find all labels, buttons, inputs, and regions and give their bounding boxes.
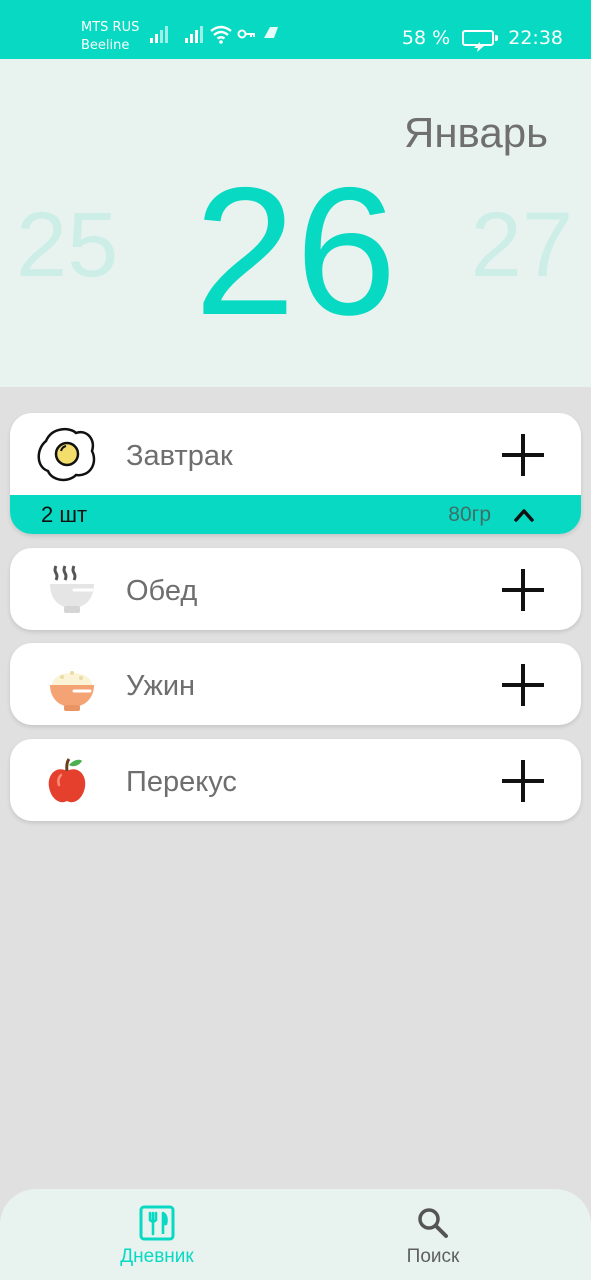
meal-label: Обед (126, 575, 198, 607)
next-day[interactable]: 27 (471, 195, 573, 295)
month-label: Январь (404, 109, 548, 156)
date-picker: Январь 25 26 27 (0, 59, 591, 387)
add-snack-button[interactable] (502, 760, 544, 802)
meal-entry-row[interactable]: 2 шт 80гр (10, 495, 581, 534)
meal-card-snack[interactable]: Перекус (10, 739, 581, 821)
notification-icon (262, 24, 280, 46)
meal-row[interactable]: Перекус (10, 739, 581, 821)
meal-label: Ужин (126, 670, 196, 702)
meal-card-breakfast[interactable]: Завтрак 2 шт 80гр (10, 413, 581, 534)
chevron-up-icon[interactable] (513, 506, 535, 524)
entry-quantity: 2 шт (41, 502, 88, 527)
apple-icon (34, 747, 100, 813)
meal-row[interactable]: Завтрак (10, 413, 581, 495)
carrier-name-1: MTS RUS (81, 20, 140, 35)
signal-icon (149, 24, 169, 48)
battery-percent: 58 % (401, 26, 451, 49)
wifi-icon (209, 24, 233, 48)
bottom-navigation: Дневник Поиск (0, 1189, 591, 1280)
status-right: 58 % 22:38 (401, 24, 563, 52)
battery-charging-icon (462, 29, 499, 52)
soup-bowl-icon (34, 556, 100, 622)
meal-label: Завтрак (126, 440, 233, 472)
nav-label: Дневник (120, 1246, 194, 1267)
carrier-name-2: Beeline (81, 38, 130, 53)
key-icon (237, 24, 257, 48)
meal-row[interactable]: Ужин (10, 643, 581, 725)
meal-label: Перекус (126, 766, 237, 798)
add-lunch-button[interactable] (502, 569, 544, 611)
fried-egg-icon (34, 421, 100, 487)
nav-tab-search[interactable]: Поиск (353, 1189, 513, 1280)
diary-utensils-icon (139, 1205, 175, 1241)
nav-label: Поиск (406, 1246, 460, 1267)
clock: 22:38 (508, 26, 563, 49)
search-icon (415, 1205, 451, 1241)
rice-bowl-icon (34, 651, 100, 717)
add-breakfast-button[interactable] (502, 434, 544, 476)
app-screen: MTS RUS Beeline 58 % 22:38 Январь 25 26 … (0, 0, 591, 1280)
meal-card-lunch[interactable]: Обед (10, 548, 581, 630)
nav-tab-diary[interactable]: Дневник (77, 1189, 237, 1280)
entry-weight: 80гр (448, 503, 491, 526)
meal-card-dinner[interactable]: Ужин (10, 643, 581, 725)
meal-row[interactable]: Обед (10, 548, 581, 630)
add-dinner-button[interactable] (502, 664, 544, 706)
signal-icon (184, 24, 204, 48)
status-bar: MTS RUS Beeline 58 % 22:38 (0, 0, 591, 59)
carrier-info: MTS RUS Beeline (81, 19, 139, 55)
